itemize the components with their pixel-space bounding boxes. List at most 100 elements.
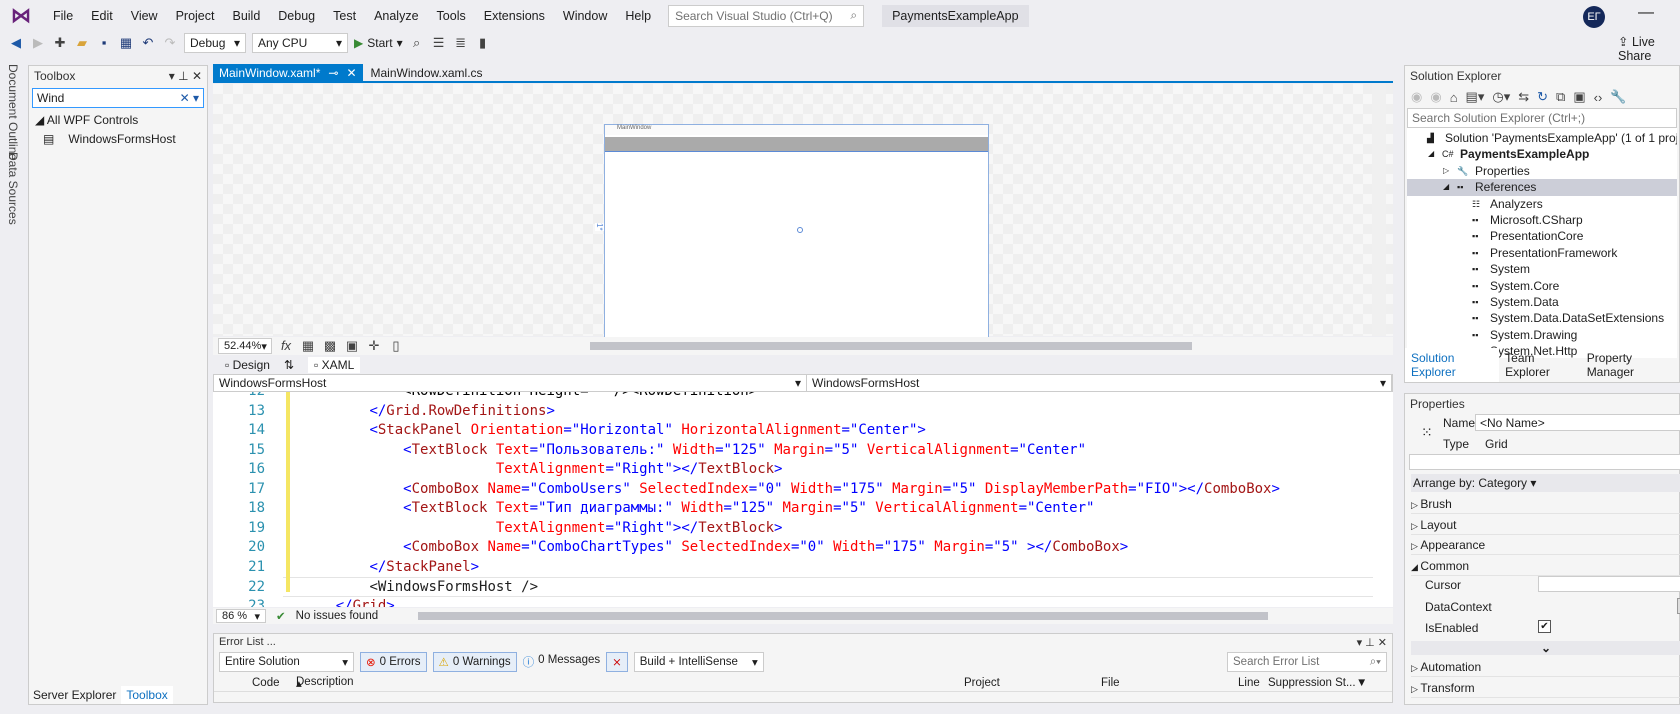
live-share-button[interactable]: ⇪ Live Share xyxy=(1618,34,1680,63)
code-line[interactable]: 18 <TextBlock Text="Тип диаграммы:" Widt… xyxy=(213,499,1373,519)
col-suppression[interactable]: Suppression St... xyxy=(1268,677,1356,689)
tab-xaml[interactable]: ▫ XAML xyxy=(308,357,361,373)
tab-solution-explorer[interactable]: Solution Explorer xyxy=(1405,348,1500,382)
platform-select[interactable]: Any CPU ▾ xyxy=(252,33,348,53)
column-filter-icon[interactable]: ▼ xyxy=(1356,677,1367,689)
menu-help[interactable]: Help xyxy=(616,9,660,23)
refresh-icon[interactable]: ↻ xyxy=(1537,89,1548,105)
expand-more-icon[interactable]: ⌄ xyxy=(1411,640,1680,655)
expander-icon[interactable]: ▷ xyxy=(1443,163,1449,179)
collapse-all-icon[interactable]: ⧉ xyxy=(1556,89,1565,105)
snap-grid-icon[interactable]: ▩ xyxy=(322,338,338,354)
property-search-input[interactable] xyxy=(1409,454,1680,470)
back-icon[interactable]: ◀ xyxy=(8,35,24,51)
tree-item[interactable]: ▟ Solution 'PaymentsExampleApp' (1 of 1 p… xyxy=(1407,130,1677,146)
tab-property-manager[interactable]: Property Manager xyxy=(1581,348,1679,382)
member-dropdown[interactable]: WindowsFormsHost ▾ xyxy=(807,375,1392,391)
save-all-icon[interactable]: ▦ xyxy=(118,35,134,51)
server-explorer-tab[interactable]: Server Explorer xyxy=(28,686,121,704)
start-button[interactable]: ▶ Start ▾ xyxy=(354,36,403,50)
bookmark-icon[interactable]: ▮ xyxy=(475,35,491,51)
code-line[interactable]: 22 <WindowsFormsHost /> xyxy=(248,577,1373,597)
undo-icon[interactable]: ↶ xyxy=(140,35,156,51)
find-icon[interactable]: ⌕ xyxy=(409,35,425,51)
errors-filter-button[interactable]: ⊗ 0 Errors xyxy=(360,652,427,672)
code-line[interactable]: 14 <StackPanel Orientation="Horizontal" … xyxy=(213,421,1373,441)
tab-design[interactable]: ▫ Design xyxy=(225,358,270,372)
configuration-select[interactable]: Debug ▾ xyxy=(184,33,246,53)
device-icon[interactable]: ▯ xyxy=(388,338,404,354)
menu-project[interactable]: Project xyxy=(167,9,224,23)
panel-controls[interactable]: ▾ ⊥ ✕ xyxy=(169,69,202,83)
switch-views-icon[interactable]: ▤▾ xyxy=(1466,89,1485,105)
tree-item[interactable]: ▷ 🔧 Properties xyxy=(1407,163,1677,179)
code-line[interactable]: 16 TextAlignment="Right"></TextBlock> xyxy=(213,460,1373,480)
search-error-list-input[interactable]: Search Error List ⌕▾ xyxy=(1227,652,1387,672)
tree-item[interactable]: ▪▪ System xyxy=(1407,261,1677,277)
xaml-code-editor[interactable]: 12 <RowDefinition Height="*"/><RowDefini… xyxy=(213,392,1393,607)
tab-mainwindow-xaml-cs[interactable]: MainWindow.xaml.cs xyxy=(363,64,491,81)
name-input[interactable]: <No Name> xyxy=(1475,414,1680,431)
col-project[interactable]: Project xyxy=(964,677,1000,689)
designer-vertical-scrollbar[interactable] xyxy=(1372,84,1386,336)
code-line[interactable]: 19 TextAlignment="Right"></TextBlock> xyxy=(213,519,1373,539)
category-common[interactable]: ◢ Common xyxy=(1411,556,1680,576)
toolbox-search-input[interactable]: Wind ✕ ▾ xyxy=(32,88,204,108)
col-code[interactable]: Code xyxy=(252,677,280,689)
minimize-button[interactable]: — xyxy=(1638,4,1654,22)
scope-select[interactable]: Entire Solution ▾ xyxy=(219,652,354,672)
row-size-label[interactable]: 1* xyxy=(595,223,604,231)
avatar[interactable]: ЕГ xyxy=(1583,6,1605,28)
new-item-icon[interactable]: ✚ xyxy=(52,35,68,51)
show-all-files-icon[interactable]: ▣ xyxy=(1573,89,1585,105)
zoom-select[interactable]: 52.44% ▾ xyxy=(218,338,272,354)
redo-icon[interactable]: ↷ xyxy=(162,35,178,51)
tab-mainwindow-xaml[interactable]: MainWindow.xaml* ⊸ ✕ xyxy=(213,64,363,81)
designer-horizontal-scrollbar[interactable] xyxy=(590,342,1192,350)
menu-analyze[interactable]: Analyze xyxy=(365,9,427,23)
tree-item[interactable]: ▪▪ PresentationCore xyxy=(1407,228,1677,244)
tree-item[interactable]: ◢ ▪▪ References xyxy=(1407,179,1677,196)
expander-icon[interactable]: ◢ xyxy=(1428,146,1434,162)
menu-view[interactable]: View xyxy=(122,9,167,23)
tree-item[interactable]: ▪▪ System.Core xyxy=(1407,278,1677,294)
sync-icon[interactable]: ⇆ xyxy=(1518,89,1529,105)
cursor-input[interactable] xyxy=(1538,576,1680,592)
panel-controls[interactable]: ▾ ⊥ ✕ xyxy=(1357,636,1387,649)
isenabled-checkbox[interactable]: ✔ xyxy=(1538,620,1551,633)
tree-item[interactable]: ▪▪ System.Data xyxy=(1407,294,1677,310)
code-line[interactable]: 12 <RowDefinition Height="*"/><RowDefini… xyxy=(213,392,1373,402)
menu-file[interactable]: File xyxy=(44,9,82,23)
category-brush[interactable]: ▷ Brush xyxy=(1411,494,1680,514)
formula-icon[interactable]: fx xyxy=(278,338,294,354)
pin-icon[interactable]: ⊸ xyxy=(328,66,338,80)
snap-lines-icon[interactable]: ✛ xyxy=(366,338,382,354)
home-icon[interactable]: ⌂ xyxy=(1450,90,1458,105)
clear-filter-button[interactable]: ⨯ xyxy=(606,652,628,672)
forward-icon[interactable]: ▶ xyxy=(30,35,46,51)
tree-item[interactable]: ▪▪ Microsoft.CSharp xyxy=(1407,212,1677,228)
col-file[interactable]: File xyxy=(1101,677,1120,689)
tree-item[interactable]: ◢ C# PaymentsExampleApp xyxy=(1407,146,1677,162)
editor-zoom-select[interactable]: 86 % ▾ xyxy=(216,609,266,623)
category-automation[interactable]: ▷ Automation xyxy=(1411,657,1680,677)
code-horizontal-scrollbar[interactable] xyxy=(418,612,1269,620)
grid-icon[interactable]: ▦ xyxy=(300,338,316,354)
code-line[interactable]: 17 <ComboBox Name="ComboUsers" SelectedI… xyxy=(213,480,1373,500)
close-icon[interactable]: ✕ xyxy=(346,66,356,80)
category-appearance[interactable]: ▷ Appearance xyxy=(1411,535,1680,555)
issues-status[interactable]: No issues found xyxy=(296,610,378,622)
menu-debug[interactable]: Debug xyxy=(269,9,324,23)
properties-wrench-icon[interactable]: 🔧 xyxy=(1610,89,1626,105)
grid-row-header[interactable] xyxy=(605,137,988,152)
save-icon[interactable]: ▪ xyxy=(96,35,112,51)
code-line[interactable]: 20 <ComboBox Name="ComboChartTypes" Sele… xyxy=(213,538,1373,558)
artboard-icon[interactable]: ▣ xyxy=(344,338,360,354)
menu-test[interactable]: Test xyxy=(324,9,365,23)
back-icon[interactable]: ◉ xyxy=(1411,89,1422,105)
messages-filter-button[interactable]: ⓘ 0 Messages xyxy=(523,654,601,670)
comment-icon[interactable]: ≣ xyxy=(453,35,469,51)
code-line[interactable]: 13 </Grid.RowDefinitions> xyxy=(213,402,1373,422)
tab-team-explorer[interactable]: Team Explorer xyxy=(1499,348,1581,382)
tree-item[interactable]: ▪▪ System.Data.DataSetExtensions xyxy=(1407,310,1677,326)
